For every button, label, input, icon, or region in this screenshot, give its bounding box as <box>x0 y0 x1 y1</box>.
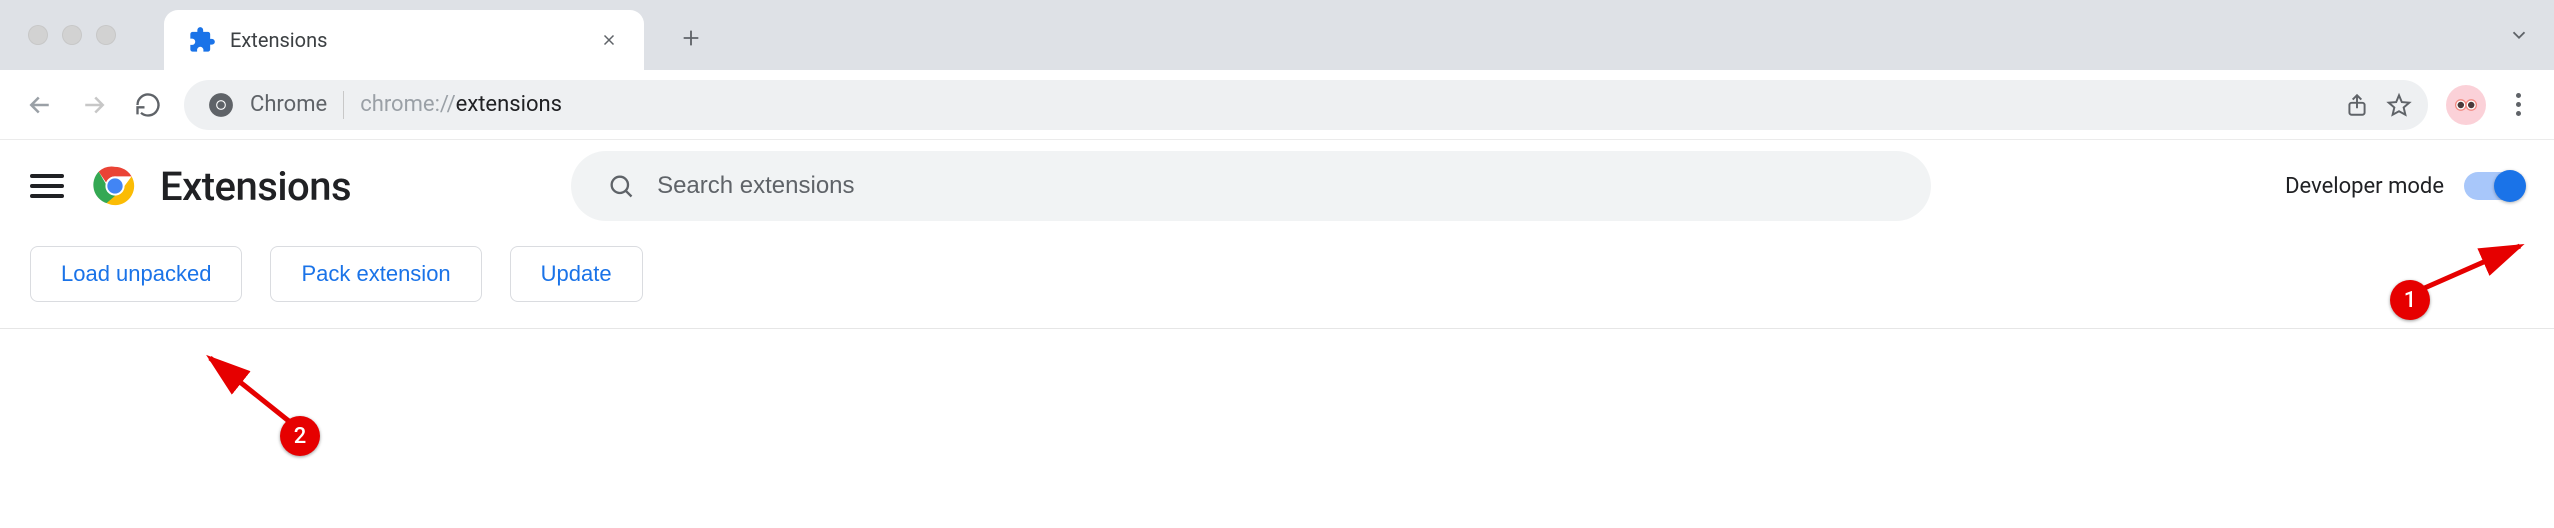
pack-extension-button[interactable]: Pack extension <box>270 246 481 302</box>
update-button[interactable]: Update <box>510 246 643 302</box>
annotation-badge-2: 2 <box>280 416 320 456</box>
browser-tab[interactable]: Extensions <box>164 10 644 70</box>
close-tab-button[interactable] <box>594 25 624 55</box>
bookmark-star-icon[interactable] <box>2386 92 2412 118</box>
extension-icon <box>188 26 216 54</box>
fullscreen-window-button[interactable] <box>96 25 116 45</box>
load-unpacked-button[interactable]: Load unpacked <box>30 246 242 302</box>
profile-avatar[interactable] <box>2446 85 2486 125</box>
share-icon[interactable] <box>2344 92 2370 118</box>
search-input[interactable] <box>657 172 1895 200</box>
developer-mode-toggle[interactable] <box>2464 172 2524 200</box>
reload-button[interactable] <box>130 87 166 123</box>
forward-button[interactable] <box>76 87 112 123</box>
search-extensions[interactable] <box>571 151 1931 221</box>
address-bar[interactable]: Chrome chrome://extensions <box>184 80 2428 130</box>
window-tab-strip: Extensions <box>0 0 2554 70</box>
tab-title: Extensions <box>230 28 594 52</box>
site-chrome-icon <box>208 92 234 118</box>
new-tab-button[interactable] <box>670 17 712 59</box>
browser-menu-button[interactable] <box>2504 93 2532 116</box>
annotation-badge-1: 1 <box>2390 280 2430 320</box>
tabs-dropdown-button[interactable] <box>2508 24 2530 46</box>
developer-buttons-row: Load unpacked Pack extension Update <box>0 232 2554 329</box>
extensions-header: Extensions Developer mode <box>0 140 2554 232</box>
developer-mode-label: Developer mode <box>2285 174 2444 199</box>
address-url: chrome://extensions <box>360 92 562 117</box>
window-controls <box>28 25 116 45</box>
page-title: Extensions <box>160 163 351 210</box>
chrome-logo-icon <box>92 163 160 209</box>
minimize-window-button[interactable] <box>62 25 82 45</box>
address-separator <box>343 91 344 119</box>
browser-toolbar: Chrome chrome://extensions <box>0 70 2554 140</box>
address-vendor-label: Chrome <box>250 92 327 117</box>
back-button[interactable] <box>22 87 58 123</box>
menu-button[interactable] <box>30 174 64 198</box>
close-window-button[interactable] <box>28 25 48 45</box>
search-icon <box>607 172 635 200</box>
